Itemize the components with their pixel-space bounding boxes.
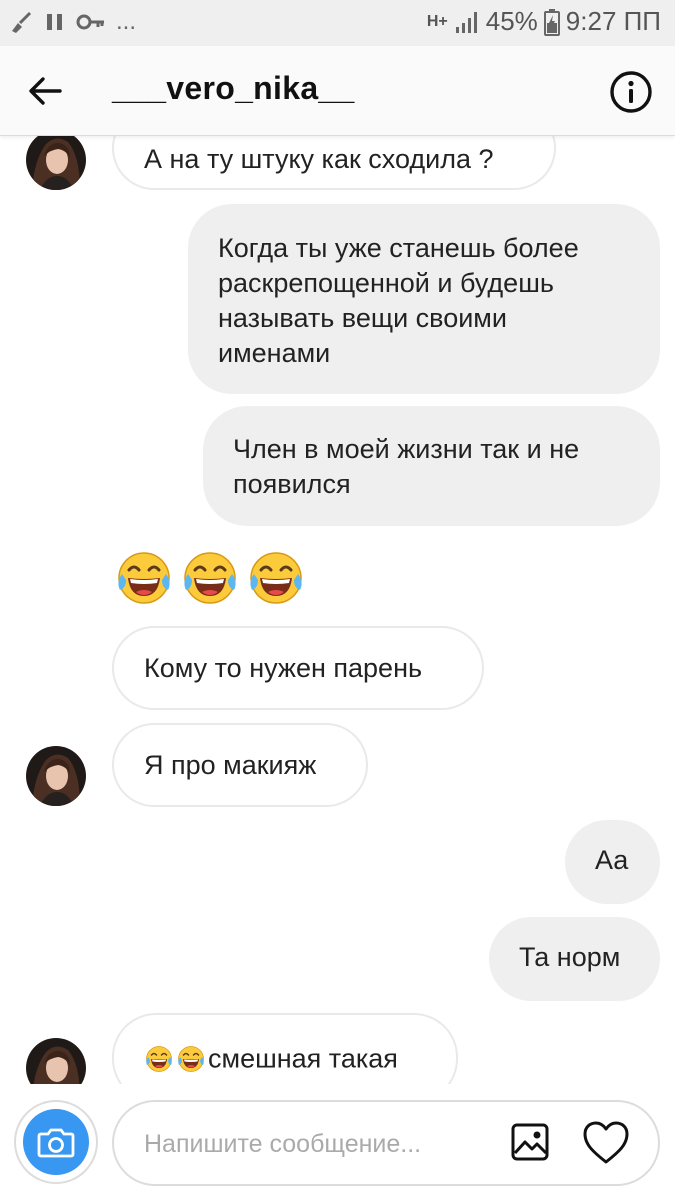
message-text-line: называть вещи своими: [218, 303, 507, 333]
key-icon: [76, 14, 104, 30]
message-thread[interactable]: А на ту штуку как сходила ? Когда ты уже…: [0, 136, 675, 1084]
message-text: Аа: [595, 845, 629, 875]
message-text-line: появился: [233, 469, 351, 499]
message-text: А на ту штуку как сходила ?: [144, 144, 494, 174]
network-type-label: H+: [426, 12, 448, 30]
message-text: Я про макияж: [144, 750, 317, 780]
incoming-message[interactable]: А на ту штуку как сходила ?: [112, 136, 556, 190]
signal-icon: [455, 11, 477, 33]
incoming-message[interactable]: Кому то нужен парень: [112, 626, 484, 710]
camera-icon: [37, 1128, 75, 1158]
battery-charging-icon: [543, 8, 560, 36]
clock: 9:27 ПП: [565, 6, 661, 36]
sender-avatar[interactable]: [26, 136, 86, 190]
info-icon: [610, 71, 652, 113]
like-button[interactable]: [582, 1120, 632, 1170]
gallery-icon: [511, 1123, 549, 1161]
message-text-line: Когда ты уже станешь более: [218, 233, 579, 263]
arrow-left-icon: [29, 77, 62, 105]
conversation-title[interactable]: ___vero_nika__: [112, 70, 355, 107]
camera-button[interactable]: [14, 1100, 98, 1184]
gallery-button[interactable]: [510, 1122, 556, 1168]
battery-percent: 45%: [485, 6, 538, 36]
message-input[interactable]: [142, 1122, 492, 1166]
status-bar: ... H+ 45% 9:27 ПП: [0, 0, 675, 46]
outgoing-message[interactable]: Когда ты уже станешь более раскрепощенно…: [188, 204, 660, 394]
outgoing-message[interactable]: Член в моей жизни так и не появился: [203, 406, 660, 526]
incoming-message[interactable]: Я про макияж: [112, 723, 368, 807]
emoji-message[interactable]: [114, 548, 306, 608]
status-right-icons: H+ 45% 9:27 ПП: [427, 6, 661, 37]
outgoing-message[interactable]: Аа: [565, 820, 660, 904]
outgoing-message[interactable]: Та норм: [489, 917, 660, 1001]
conversation-header: ___vero_nika__: [0, 46, 675, 136]
heart-icon: [583, 1121, 629, 1164]
info-button[interactable]: [609, 70, 653, 114]
message-input-container[interactable]: [112, 1100, 660, 1186]
face-with-tears-of-joy-icon: [180, 548, 240, 608]
message-text-line: именами: [218, 338, 331, 368]
message-text-line: раскрепощенной и будешь: [218, 268, 554, 298]
status-more: ...: [116, 8, 137, 35]
status-left-icons: ...: [8, 8, 136, 36]
sender-avatar[interactable]: [26, 1038, 86, 1084]
broom-icon: [12, 11, 32, 33]
pause-icon: [47, 14, 62, 30]
incoming-message[interactable]: смешная такая: [112, 1013, 458, 1084]
face-with-tears-of-joy-icon: [114, 548, 174, 608]
back-button[interactable]: [22, 68, 68, 114]
message-text: Та норм: [519, 942, 621, 972]
sender-avatar[interactable]: [26, 746, 86, 806]
message-text-line: Член в моей жизни так и не: [233, 434, 580, 464]
camera-button-fill: [23, 1109, 89, 1175]
face-with-tears-of-joy-icon: [246, 548, 306, 608]
face-with-tears-of-joy-icon: [144, 1044, 174, 1074]
face-with-tears-of-joy-icon: [176, 1044, 206, 1074]
message-composer: [0, 1084, 675, 1200]
message-text: смешная такая: [208, 1043, 398, 1074]
message-text: Кому то нужен парень: [144, 653, 423, 683]
